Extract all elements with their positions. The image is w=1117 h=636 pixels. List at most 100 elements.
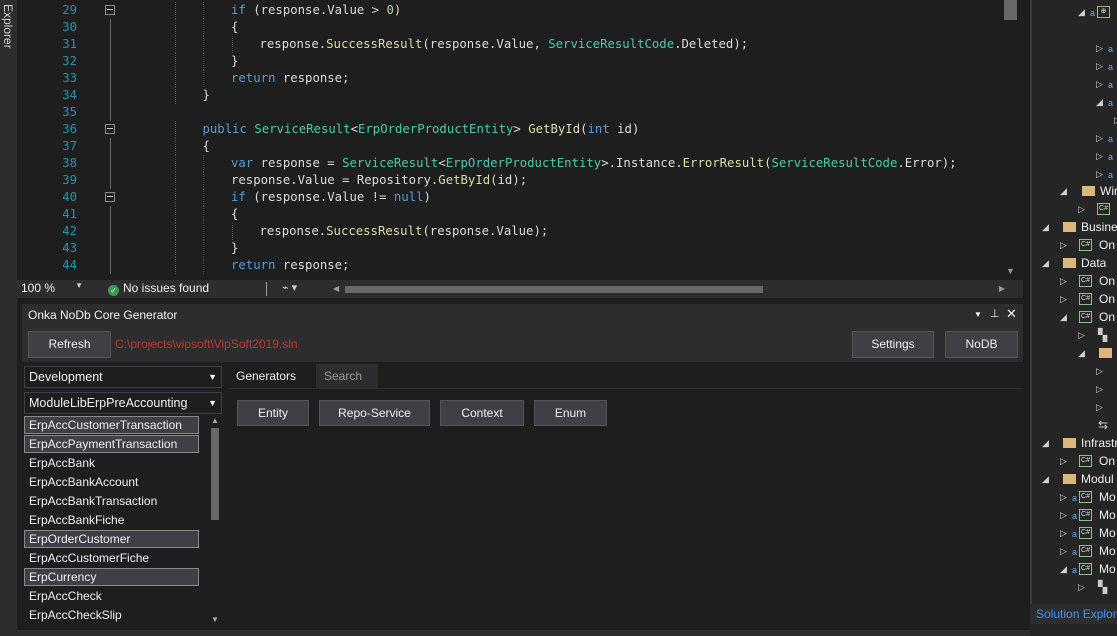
code-editor[interactable]: 29 if (response.Value > 0) 30{31 response.S…	[17, 0, 1023, 280]
tree-row[interactable]: ◢ C# On	[1030, 308, 1117, 326]
tree-row[interactable]: ▷ ▚	[1030, 578, 1117, 596]
collapsed-icon[interactable]: ▷	[1078, 326, 1085, 344]
tree-row[interactable]: ▷	[1030, 380, 1117, 398]
code-line[interactable]: 29 if (response.Value > 0)	[17, 2, 1002, 19]
entity-list-item[interactable]: ErpAccCheck	[24, 587, 199, 605]
entity-list-item[interactable]: ErpCurrency	[24, 568, 199, 586]
tree-folder-row[interactable]: ◢	[1030, 344, 1117, 362]
tree-folder-row[interactable]: ◢ Modul	[1030, 470, 1117, 488]
expanded-icon[interactable]: ◢	[1042, 434, 1049, 452]
code-line[interactable]: 38 var response = ServiceResult<ErpOrderP…	[17, 155, 1002, 172]
tree-row[interactable]: ◢ a ⊕	[1030, 3, 1117, 21]
scroll-right-icon[interactable]: ▶	[999, 284, 1005, 293]
collapse-toggle-icon[interactable]	[105, 5, 115, 15]
scroll-down-icon[interactable]: ▼	[211, 615, 219, 624]
generate-context-button[interactable]: Context	[440, 400, 524, 426]
code-line[interactable]: 42 response.SuccessResult(response.Value)…	[17, 223, 1002, 240]
collapsed-icon[interactable]: ▷	[1096, 39, 1103, 57]
collapsed-icon[interactable]: ▷	[1060, 452, 1067, 470]
tree-row[interactable]: ▷ a C# Mo	[1030, 542, 1117, 560]
expanded-icon[interactable]: ◢	[1042, 254, 1049, 272]
entity-list-item[interactable]: ErpAccCustomerTransaction	[24, 416, 199, 434]
horizontal-scroll-thumb[interactable]	[345, 286, 763, 293]
tree-folder-row[interactable]: ◢ Busine	[1030, 218, 1117, 236]
tree-folder-row[interactable]: ◢ Wir	[1030, 182, 1117, 200]
collapsed-icon[interactable]: ▷	[1060, 506, 1067, 524]
tab-search[interactable]: Search	[316, 364, 378, 388]
entity-list-item[interactable]: ErpAccCheckSlip	[24, 606, 199, 624]
module-select[interactable]: ModuleLibErpPreAccounting ▼	[24, 392, 222, 414]
tree-row[interactable]: ▷ a	[1030, 75, 1117, 93]
tree-row[interactable]: ▷ a	[1030, 57, 1117, 75]
entity-list-scroll-thumb[interactable]	[211, 428, 219, 520]
tree-row[interactable]: ▷ C#	[1030, 200, 1117, 218]
entity-list-item[interactable]: ErpAccBankFiche	[24, 511, 199, 529]
expanded-icon[interactable]: ◢	[1078, 344, 1085, 362]
tree-row[interactable]: ▷ a	[1030, 39, 1117, 57]
expanded-icon[interactable]: ◢	[1096, 93, 1103, 111]
collapsed-icon[interactable]: ▷	[1096, 398, 1103, 416]
tree-row[interactable]: ◢ a	[1030, 93, 1117, 111]
expanded-icon[interactable]: ◢	[1060, 560, 1067, 578]
collapsed-icon[interactable]: ▷	[1096, 129, 1103, 147]
expanded-icon[interactable]: ◢	[1060, 182, 1067, 200]
tree-row[interactable]: ◢ a C# Mo	[1030, 560, 1117, 578]
entity-list-item[interactable]: ErpAccBankTransaction	[24, 492, 199, 510]
tree-folder-row[interactable]: ◢ Data	[1030, 254, 1117, 272]
entity-list-scrollbar[interactable]: ▲ ▼	[208, 416, 222, 624]
collapsed-icon[interactable]: ▷	[1060, 524, 1067, 542]
collapsed-icon[interactable]: ▷	[1096, 147, 1103, 165]
collapsed-icon[interactable]: ▷	[1060, 236, 1067, 254]
code-line[interactable]: 43}	[17, 240, 1002, 257]
code-cleanup-icon[interactable]: ⌁ ▾	[282, 281, 297, 294]
code-line[interactable]: 31 response.SuccessResult(response.Value,…	[17, 36, 1002, 53]
scroll-up-icon[interactable]: ▲	[211, 416, 219, 425]
tree-row[interactable]: ▷ a	[1030, 165, 1117, 183]
refresh-button[interactable]: Refresh	[28, 331, 111, 358]
collapsed-icon[interactable]: ▷	[1078, 200, 1085, 218]
tree-row[interactable]: ▷ C# On	[1030, 236, 1117, 254]
collapsed-icon[interactable]: ▷	[1060, 488, 1067, 506]
tree-row[interactable]: ▷ ▚	[1030, 326, 1117, 344]
tree-row[interactable]: ▷	[1030, 398, 1117, 416]
code-line[interactable]: 34}	[17, 87, 1002, 104]
code-line[interactable]: 37 {	[17, 138, 1002, 155]
collapsed-icon[interactable]: ▷	[1060, 272, 1067, 290]
code-line[interactable]: 44 return response;	[17, 257, 1002, 274]
scroll-left-icon[interactable]: ◀	[333, 284, 339, 293]
zoom-select[interactable]: 100 % ▼	[21, 281, 83, 297]
expanded-icon[interactable]: ◢	[1078, 3, 1085, 21]
close-icon[interactable]: ✕	[1006, 306, 1017, 322]
collapsed-icon[interactable]: ▷	[1096, 362, 1103, 380]
collapsed-icon[interactable]: ▷	[1096, 380, 1103, 398]
tree-row[interactable]: ▷ C# On	[1030, 272, 1117, 290]
tree-row[interactable]: ▷	[1030, 111, 1117, 129]
nodb-button[interactable]: NoDB	[945, 331, 1018, 358]
settings-button[interactable]: Settings	[852, 331, 934, 358]
entity-list-item[interactable]: ErpOrderCustomer	[24, 530, 199, 548]
entity-list-item[interactable]: ErpAccBankAccount	[24, 473, 199, 491]
window-options-icon[interactable]: ▼	[974, 310, 982, 319]
tree-row[interactable]: ▷ C# On	[1030, 452, 1117, 470]
collapse-toggle-icon[interactable]	[105, 124, 115, 134]
tree-row[interactable]: ▷ a C# Mo	[1030, 524, 1117, 542]
generate-enum-button[interactable]: Enum	[534, 400, 607, 426]
collapsed-icon[interactable]: ▷	[1096, 165, 1103, 183]
expanded-icon[interactable]: ◢	[1042, 218, 1049, 236]
tree-row[interactable]: ▷ C# On	[1030, 290, 1117, 308]
solution-explorer-tab[interactable]: Solution Explor	[1030, 604, 1117, 624]
solution-explorer[interactable]: ◢ a ⊕ ▷ a ▷ a ▷ a ◢ a ▷ ▷ a ▷ a ▷ a ◢ Wi…	[1030, 0, 1117, 636]
tree-row[interactable]: ▷ a	[1030, 129, 1117, 147]
entity-list-item[interactable]: ErpAccCustomerFiche	[24, 549, 199, 567]
code-line[interactable]: 41 {	[17, 206, 1002, 223]
collapsed-icon[interactable]: ▷	[1078, 578, 1085, 596]
code-line[interactable]: 30 {	[17, 19, 1002, 36]
entity-list-item[interactable]: ErpAccBank	[24, 454, 199, 472]
collapsed-icon[interactable]: ▷	[1060, 542, 1067, 560]
entity-list-item[interactable]: ErpAccPaymentTransaction	[24, 435, 199, 453]
code-line[interactable]: 35	[17, 104, 1002, 121]
code-line[interactable]: 36 public ServiceResult<ErpOrderProductEn…	[17, 121, 1002, 138]
tab-generators[interactable]: Generators	[228, 364, 314, 388]
tree-row[interactable]: ⇆	[1030, 416, 1117, 434]
pin-icon[interactable]: ⊥	[990, 307, 1000, 320]
